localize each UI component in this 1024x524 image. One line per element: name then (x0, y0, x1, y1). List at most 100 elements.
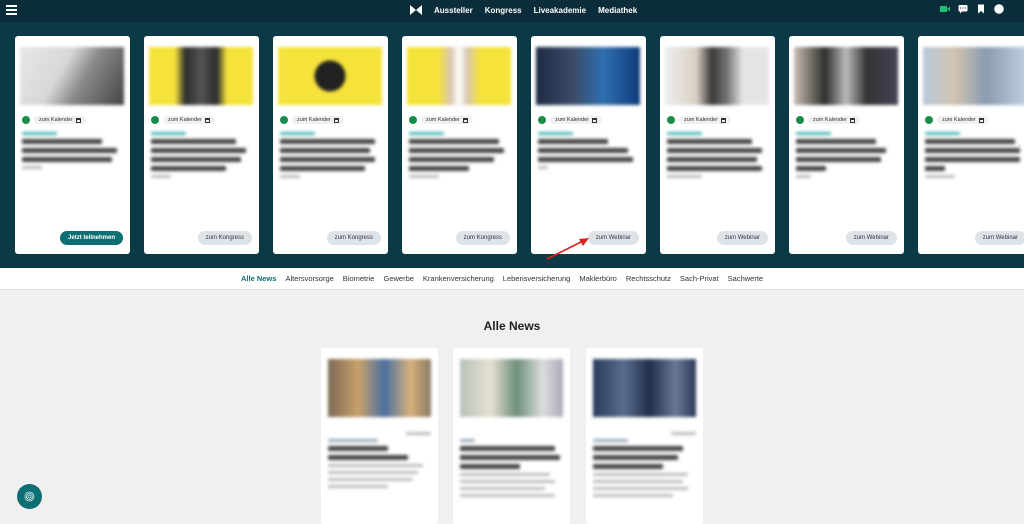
hamburger-menu-icon[interactable] (6, 5, 17, 16)
event-text-blurred (925, 132, 1024, 182)
calendar-link[interactable]: zum Kalender (22, 116, 86, 124)
tab-alle-news[interactable]: Alle News (241, 274, 276, 283)
calendar-link[interactable]: zum Kalender (925, 116, 989, 124)
fingerprint-icon (24, 491, 35, 502)
annotation-arrow-icon (546, 238, 589, 260)
news-image (460, 359, 563, 417)
news-card[interactable] (321, 348, 438, 524)
event-card[interactable]: zum Kalender zum Webinar (660, 36, 775, 254)
event-text-blurred (796, 132, 896, 182)
calendar-link[interactable]: zum Kalender (151, 116, 215, 124)
join-button[interactable]: Jetzt teilnehmen (59, 231, 123, 245)
to-webinar-button[interactable]: zum Webinar (587, 231, 639, 245)
calendar-label: zum Kalender (555, 117, 589, 123)
event-image (536, 47, 640, 105)
news-text-blurred (328, 432, 431, 492)
event-card[interactable]: zum Kalender zum Kongress (273, 36, 388, 254)
event-card[interactable]: zum Kalender zum Webinar (531, 36, 646, 254)
to-congress-button[interactable]: zum Kongress (326, 231, 381, 245)
event-text-blurred (409, 132, 509, 182)
logo-icon[interactable] (410, 4, 422, 16)
event-card[interactable]: zum Kalender zum Kongress (144, 36, 259, 254)
event-card[interactable]: zum Kalender zum Kongress (402, 36, 517, 254)
tab-sach-privat[interactable]: Sach-Privat (680, 274, 719, 283)
calendar-icon (978, 117, 984, 123)
nav-kongress[interactable]: Kongress (485, 6, 522, 15)
user-avatar-icon[interactable] (994, 4, 1004, 14)
category-tabs: Alle News Altersvorsorge Biometrie Gewer… (0, 268, 1024, 290)
to-webinar-button[interactable]: zum Webinar (845, 231, 897, 245)
calendar-icon (75, 117, 81, 123)
nav-liveakademie[interactable]: Liveakademie (534, 6, 586, 15)
nav-mediathek[interactable]: Mediathek (598, 6, 637, 15)
calendar-label: zum Kalender (168, 117, 202, 123)
calendar-link[interactable]: zum Kalender (280, 116, 344, 124)
event-card[interactable]: zum Kalender zum Webinar (789, 36, 904, 254)
carousel-next-icon[interactable]: › (1018, 140, 1021, 151)
tab-gewerbe[interactable]: Gewerbe (383, 274, 413, 283)
news-card[interactable] (586, 348, 703, 524)
tab-biometrie[interactable]: Biometrie (343, 274, 375, 283)
fingerprint-button[interactable] (17, 484, 42, 509)
event-image (407, 47, 511, 105)
event-card[interactable]: zum Kalender zum Webinar (918, 36, 1024, 254)
video-camera-icon[interactable] (940, 4, 950, 14)
event-text-blurred (667, 132, 767, 182)
event-text-blurred (280, 132, 380, 182)
calendar-label: zum Kalender (39, 117, 73, 123)
news-card[interactable] (453, 348, 570, 524)
event-text-blurred (22, 132, 122, 173)
section-title: Alle News (483, 319, 541, 333)
calendar-icon (591, 117, 597, 123)
event-carousel: zum Kalender Jetzt teilnehmen zum Kalend… (0, 22, 1024, 268)
event-image (149, 47, 253, 105)
tab-maklerbuero[interactable]: Maklerbüro (579, 274, 617, 283)
news-text-blurred (593, 432, 696, 501)
chat-icon[interactable] (958, 4, 968, 14)
event-image (794, 47, 898, 105)
to-congress-button[interactable]: zum Kongress (197, 231, 252, 245)
calendar-icon (204, 117, 210, 123)
tab-lebensversicherung[interactable]: Lebensversicherung (503, 274, 571, 283)
event-image (665, 47, 769, 105)
news-image (593, 359, 696, 417)
clock-icon (796, 116, 804, 124)
clock-icon (151, 116, 159, 124)
calendar-label: zum Kalender (684, 117, 718, 123)
nav-aussteller[interactable]: Aussteller (434, 6, 473, 15)
calendar-label: zum Kalender (813, 117, 847, 123)
clock-icon (538, 116, 546, 124)
to-webinar-button[interactable]: zum Webinar (716, 231, 768, 245)
news-text-blurred (460, 432, 563, 501)
clock-icon (409, 116, 417, 124)
calendar-label: zum Kalender (297, 117, 331, 123)
to-congress-button[interactable]: zum Kongress (455, 231, 510, 245)
event-image (20, 47, 124, 105)
event-image (923, 47, 1024, 105)
tab-krankenversicherung[interactable]: Krankenversicherung (423, 274, 494, 283)
top-navigation-bar: Aussteller Kongress Liveakademie Mediath… (0, 0, 1024, 22)
clock-icon (925, 116, 933, 124)
calendar-icon (462, 117, 468, 123)
news-image (328, 359, 431, 417)
bookmark-icon[interactable] (976, 4, 986, 14)
calendar-link[interactable]: zum Kalender (667, 116, 731, 124)
clock-icon (22, 116, 30, 124)
calendar-link[interactable]: zum Kalender (409, 116, 473, 124)
calendar-icon (720, 117, 726, 123)
event-image (278, 47, 382, 105)
tab-rechtsschutz[interactable]: Rechtsschutz (626, 274, 671, 283)
to-webinar-button[interactable]: zum Webinar (974, 231, 1024, 245)
tab-sachwerte[interactable]: Sachwerte (728, 274, 763, 283)
event-text-blurred (538, 132, 638, 173)
clock-icon (280, 116, 288, 124)
calendar-link[interactable]: zum Kalender (796, 116, 860, 124)
calendar-icon (849, 117, 855, 123)
calendar-icon (333, 117, 339, 123)
main-nav: Aussteller Kongress Liveakademie Mediath… (410, 4, 637, 16)
tab-altersvorsorge[interactable]: Altersvorsorge (285, 274, 333, 283)
clock-icon (667, 116, 675, 124)
event-card[interactable]: zum Kalender Jetzt teilnehmen (15, 36, 130, 254)
event-text-blurred (151, 132, 251, 182)
calendar-link[interactable]: zum Kalender (538, 116, 602, 124)
